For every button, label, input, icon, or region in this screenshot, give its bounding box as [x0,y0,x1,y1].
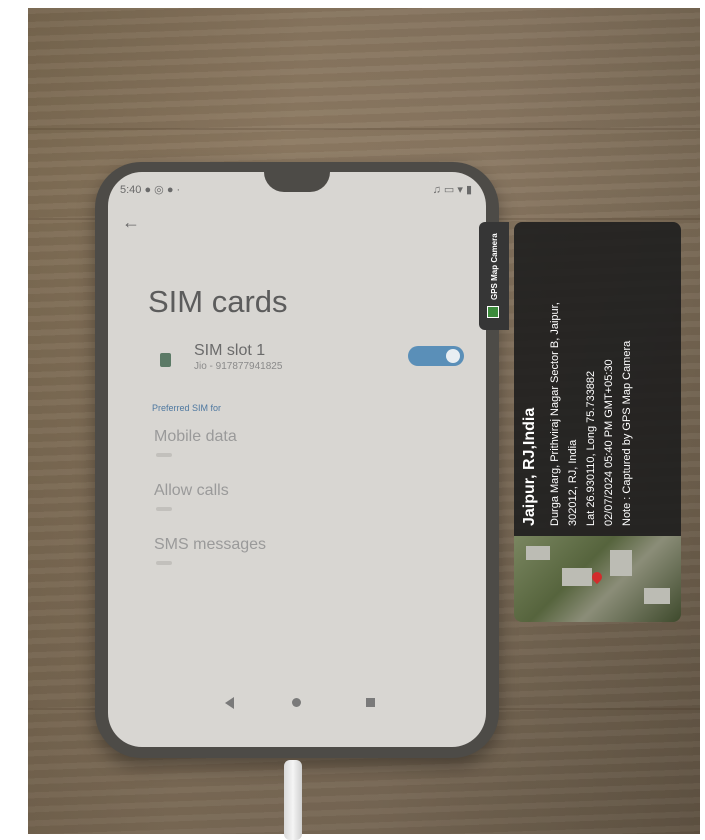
map-building [644,588,670,604]
map-building [526,546,550,560]
status-bar: 5:40 ● ◎ ● · ♫ ▭ ▾ ▮ [120,183,472,199]
sim-number: Jio - 917877941825 [194,361,283,372]
geotag-city: Jaipur, RJ,India [521,407,538,526]
back-arrow-icon[interactable]: ← [122,212,140,233]
preferred-sim-label: Preferred SIM for [152,403,222,413]
phone-screen: 5:40 ● ◎ ● · ♫ ▭ ▾ ▮ ← SIM cards SIM slo… [108,172,486,747]
map-pin-icon [589,569,605,585]
geotag-coordinates: Lat 26.930110, Long 75.733882 [585,370,597,526]
wood-grain [28,128,700,130]
setting-sms-messages[interactable]: SMS messages [154,536,266,554]
geotag-address-line2: 302012, RJ, India [567,439,579,526]
map-building [610,550,632,576]
geotag-datetime: 02/07/2024 05:40 PM GMT+05:30 [603,359,615,526]
status-icons-left: ● ◎ ● · [144,184,181,196]
sim-card-icon [160,353,171,367]
nav-home-icon[interactable] [292,698,301,707]
status-time: 5:40 [120,184,142,196]
setting-allow-calls[interactable]: Allow calls [154,482,229,500]
nav-back-icon[interactable] [225,697,234,709]
toggle-knob [446,349,460,363]
sim-slot-label[interactable]: SIM slot 1 [194,342,265,360]
nav-bar [108,697,486,717]
geotag-address-line1: Durga Marg, Prithviraj Nagar Sector B, J… [549,302,561,526]
setting-subtext [156,507,172,511]
setting-subtext [156,453,172,457]
page-title: SIM cards [148,284,288,319]
map-building [562,568,592,586]
status-left: 5:40 ● ◎ ● · [120,183,180,196]
geotag-note: Note : Captured by GPS Map Camera [621,340,633,526]
satellite-map-thumbnail [514,536,681,622]
status-icons-right: ♫ ▭ ▾ ▮ [432,184,472,196]
gps-app-icon [487,306,499,318]
setting-subtext [156,561,172,565]
charging-cable [284,760,302,840]
geotag-card [514,222,681,536]
sim-toggle[interactable] [408,346,464,366]
nav-recent-icon[interactable] [366,698,375,707]
gps-app-label: GPS Map Camera [490,233,499,300]
setting-mobile-data[interactable]: Mobile data [154,428,237,446]
